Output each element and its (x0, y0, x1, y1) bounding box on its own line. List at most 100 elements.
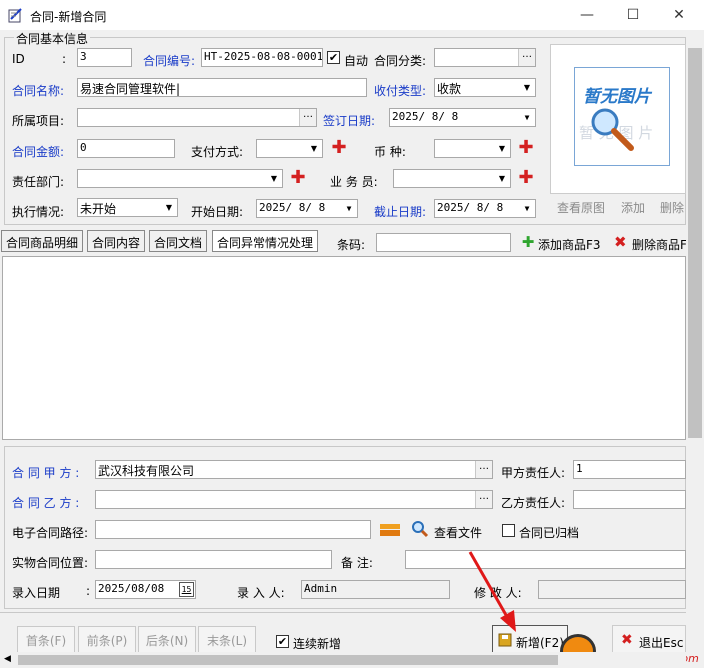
scroll-left-icon[interactable]: ◀ (4, 654, 11, 664)
end-date-picker[interactable]: 2025/ 8/ 8 ▼ (434, 199, 536, 218)
chevron-down-icon: ▼ (310, 144, 318, 153)
id-colon: : (62, 52, 67, 66)
pay-method-select[interactable]: ▼ (256, 139, 323, 158)
party-b-person-label: 乙方责任人: (501, 496, 566, 510)
auto-checkbox[interactable]: ✔ (327, 51, 340, 64)
chevron-down-icon: ▼ (346, 204, 352, 213)
barcode-label: 条码: (337, 238, 366, 252)
party-b-field[interactable]: … (95, 490, 493, 509)
close-button[interactable]: ✕ (656, 0, 702, 30)
add-department-icon[interactable]: ✚ (290, 169, 306, 187)
divider (0, 612, 686, 613)
chevron-down-icon: ▼ (165, 203, 173, 212)
archived-label: 合同已归档 (519, 526, 580, 540)
vertical-scrollbar[interactable] (686, 46, 704, 644)
party-b-ellipsis-button[interactable]: … (475, 491, 492, 508)
h-scrollbar-thumb[interactable] (18, 655, 558, 665)
sign-date-picker[interactable]: 2025/ 8/ 8 ▼ (389, 108, 536, 127)
exit-button-label: 退出Esc (639, 636, 684, 650)
e-path-field[interactable] (95, 520, 371, 539)
category-label: 合同分类: (374, 54, 427, 68)
salesman-label: 业 务 员: (330, 175, 378, 189)
magnifier-icon (587, 104, 637, 154)
id-field[interactable]: 3 (77, 48, 132, 67)
amount-field[interactable]: 0 (77, 139, 175, 158)
contract-name-label: 合同名称: (12, 84, 65, 98)
location-field[interactable] (95, 550, 332, 569)
party-b-label: 合 同 乙 方 : (12, 496, 80, 510)
chevron-down-icon: ▼ (270, 174, 278, 183)
project-ellipsis-button[interactable]: … (299, 109, 316, 126)
currency-select[interactable]: ▼ (434, 139, 511, 158)
add-image-link[interactable]: 添加 (621, 199, 645, 216)
folder-icon[interactable] (379, 520, 401, 538)
continuous-checkbox[interactable]: ✔ (276, 635, 289, 648)
close-icon: ✖ (621, 632, 633, 648)
add-currency-icon[interactable]: ✚ (518, 139, 534, 157)
remark-label: 备 注: (341, 556, 373, 570)
party-a-field[interactable]: 武汉科技有限公司… (95, 460, 493, 479)
minimize-button[interactable]: — (564, 0, 610, 30)
contract-no-field[interactable]: HT-2025-08-08-0001 (201, 48, 323, 67)
add-salesman-icon[interactable]: ✚ (518, 169, 534, 187)
new-button-label: 新增(F2) (516, 636, 564, 650)
entry-date-colon: : (86, 584, 91, 598)
entry-date-picker[interactable]: 2025/08/08 15 (95, 580, 196, 599)
category-field[interactable]: … (434, 48, 536, 67)
save-icon (498, 633, 512, 647)
tab-goods-detail[interactable]: 合同商品明细 (1, 230, 84, 252)
no-image-placeholder: 暂无图片 暂 无 图 片 (574, 67, 670, 166)
location-label: 实物合同位置: (12, 556, 89, 570)
exec-status-label: 执行情况: (12, 205, 65, 219)
scrollbar-thumb[interactable] (688, 48, 702, 438)
add-pay-method-icon[interactable]: ✚ (331, 139, 347, 157)
chevron-down-icon: ▼ (523, 83, 531, 92)
pay-method-label: 支付方式: (191, 145, 244, 159)
party-a-ellipsis-button[interactable]: … (475, 461, 492, 478)
project-field[interactable]: … (77, 108, 317, 127)
party-a-person-field[interactable]: 1 (573, 460, 686, 479)
maximize-button[interactable]: ☐ (610, 0, 656, 30)
continuous-label: 连续新增 (293, 637, 342, 651)
delete-goods-button[interactable]: 删除商品F (632, 236, 686, 253)
party-a-label: 合 同 甲 方 : (12, 466, 80, 480)
horizontal-scrollbar[interactable]: ◀ (0, 652, 686, 668)
party-a-person-label: 甲方责任人: (501, 466, 566, 480)
view-file-button[interactable]: 查看文件 (434, 524, 482, 541)
project-label: 所属项目: (12, 114, 65, 128)
view-original-link[interactable]: 查看原图 (557, 199, 605, 216)
party-b-person-field[interactable] (573, 490, 686, 509)
chevron-down-icon: ▼ (524, 113, 530, 122)
barcode-field[interactable] (376, 233, 511, 252)
window-title: 合同-新增合同 (30, 10, 107, 24)
delete-image-link[interactable]: 删除 (660, 199, 684, 216)
exec-status-select[interactable]: 未开始 ▼ (77, 198, 178, 217)
start-date-picker[interactable]: 2025/ 8/ 8 ▼ (256, 199, 358, 218)
salesman-select[interactable]: ▼ (393, 169, 511, 188)
goods-grid[interactable] (2, 256, 686, 440)
title-bar: 合同-新增合同 — ☐ ✕ (0, 0, 704, 30)
id-label: ID (12, 52, 25, 66)
tab-exceptions[interactable]: 合同异常情况处理 (212, 230, 319, 252)
end-date-label: 截止日期: (374, 205, 427, 219)
category-ellipsis-button[interactable]: … (518, 49, 535, 66)
contract-no-label: 合同编号: (143, 54, 196, 68)
department-select[interactable]: ▼ (77, 169, 283, 188)
chevron-down-icon: ▼ (524, 204, 530, 213)
tab-contract-docs[interactable]: 合同文档 (149, 230, 208, 252)
tab-contract-content[interactable]: 合同内容 (87, 230, 146, 252)
archived-checkbox[interactable] (502, 524, 515, 537)
amount-label: 合同金额: (12, 145, 65, 159)
contract-name-field[interactable]: 易速合同管理软件| (77, 78, 367, 97)
app-icon (8, 7, 24, 23)
sign-date-label: 签订日期: (323, 114, 376, 128)
e-path-label: 电子合同路径: (12, 526, 89, 540)
entered-by-label: 录 入 人: (237, 586, 285, 600)
start-date-label: 开始日期: (191, 205, 244, 219)
payment-type-select[interactable]: 收款 ▼ (434, 78, 536, 97)
calendar-icon[interactable]: 15 (179, 582, 194, 597)
modified-by-field (538, 580, 686, 599)
annotation-arrow (468, 551, 516, 632)
add-goods-button[interactable]: 添加商品F3 (538, 236, 601, 253)
remark-field[interactable] (405, 550, 686, 569)
